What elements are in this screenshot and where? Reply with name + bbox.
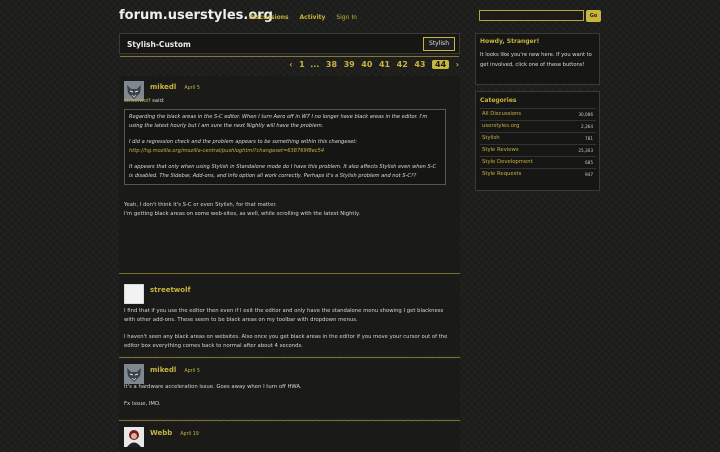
category-item[interactable]: userstyles.org 2,364 — [480, 120, 596, 132]
category-item[interactable]: Style Requests 947 — [480, 168, 596, 180]
pager-page[interactable]: 38 — [326, 60, 337, 69]
pager-page[interactable]: 42 — [397, 60, 408, 69]
pager-current-page: 44 — [432, 60, 450, 69]
comment-date[interactable]: April 5 — [184, 369, 200, 374]
quote-author-link[interactable]: streetwolf — [124, 98, 150, 104]
comment-body: I find that if you use the editor then e… — [124, 307, 454, 351]
comment: streetwolf I find that if you use the ed… — [119, 279, 460, 355]
pager-page[interactable]: 40 — [361, 60, 372, 69]
pagination: ‹ 1 ... 38 39 40 41 42 43 44 › — [285, 60, 459, 69]
avatar[interactable] — [124, 427, 144, 447]
category-count: 781 — [585, 136, 593, 141]
go-button[interactable]: Go — [586, 10, 601, 22]
wolf-avatar-icon — [124, 364, 144, 384]
topic-title: Stylish-Custom — [127, 40, 191, 49]
comment-text: I find that if you use the editor then e… — [124, 308, 444, 323]
avatar[interactable] — [124, 364, 144, 384]
categories-box: Categories All Discussions 30,086 userst… — [475, 91, 600, 191]
blockquote: Regarding the black areas in the S-C edi… — [124, 109, 446, 185]
comment-text: It's a hardware acceleration issue. Goes… — [124, 384, 302, 390]
category-name[interactable]: Stylish — [482, 135, 500, 141]
categories-title: Categories — [480, 97, 517, 104]
category-count: 2,364 — [581, 124, 593, 129]
comment-text: Fx issue, IMO. — [124, 401, 161, 407]
comment: mikedl April 5 It's a hardware accelerati… — [119, 359, 460, 418]
pager-page[interactable]: 41 — [379, 60, 390, 69]
avatar[interactable] — [123, 283, 145, 305]
category-count: 947 — [585, 172, 593, 177]
comment: Webb April 19 — [119, 422, 460, 452]
comment-date[interactable]: April 5 — [184, 86, 200, 91]
category-name[interactable]: All Discussions — [482, 111, 521, 117]
comment-author[interactable]: streetwolf — [150, 286, 191, 294]
comment-divider — [119, 420, 460, 421]
category-name[interactable]: Style Reviews — [482, 147, 519, 153]
nav-sign-in[interactable]: Sign In — [336, 14, 357, 21]
comment-date[interactable]: April 19 — [180, 432, 199, 437]
comment-author[interactable]: mikedl April 5 — [150, 366, 200, 374]
guest-box: Howdy, Stranger! It looks like you're ne… — [475, 33, 600, 85]
main-nav: Discussions Activity Sign In — [249, 14, 366, 21]
pager-prev[interactable]: ‹ — [289, 60, 292, 69]
category-count: 25,303 — [578, 148, 593, 153]
topic-category-tag[interactable]: Stylish — [423, 37, 455, 51]
pager-next[interactable]: › — [456, 60, 459, 69]
topic-header: Stylish-Custom Stylish — [119, 33, 460, 57]
quote-paragraph: I did a regression check and the problem… — [129, 139, 358, 154]
category-item[interactable]: All Discussions 30,086 — [480, 108, 596, 120]
portrait-avatar-icon — [124, 427, 144, 447]
comment-author[interactable]: Webb April 19 — [150, 429, 199, 437]
guest-text: It looks like you're new here. If you wa… — [480, 52, 592, 68]
search-input[interactable] — [479, 10, 584, 21]
category-count: 30,086 — [578, 112, 593, 117]
comment-author[interactable]: mikedl April 5 — [150, 83, 200, 91]
category-name[interactable]: Style Requests — [482, 171, 521, 177]
pager-page-1[interactable]: 1 — [299, 60, 305, 69]
category-count: 685 — [585, 160, 593, 165]
nav-discussions[interactable]: Discussions — [249, 14, 289, 21]
comment-text: Yeah, I don't think it's S-C or even Sty… — [124, 201, 277, 208]
pager-page[interactable]: 43 — [414, 60, 425, 69]
changeset-link[interactable]: http://hg.mozilla.org/mozilla-central/pu… — [129, 148, 324, 154]
comment-body: It's a hardware acceleration issue. Goes… — [124, 383, 454, 409]
category-item[interactable]: Style Development 685 — [480, 156, 596, 168]
quote-paragraph: Regarding the black areas in the S-C edi… — [129, 114, 428, 129]
categories-list: All Discussions 30,086 userstyles.org 2,… — [480, 108, 596, 180]
guest-title: Howdy, Stranger! — [480, 38, 540, 45]
comment-text: I haven't seen any black areas on websit… — [124, 334, 448, 349]
category-item[interactable]: Style Reviews 25,303 — [480, 144, 596, 156]
comment-divider — [119, 273, 460, 274]
blank-avatar-icon — [123, 283, 145, 305]
quote-said-label: said: — [152, 98, 165, 104]
category-name[interactable]: userstyles.org — [482, 123, 519, 129]
pager-ellipsis: ... — [310, 60, 320, 69]
comment-text: I'm getting black areas on some web-site… — [124, 210, 361, 217]
category-item[interactable]: Stylish 781 — [480, 132, 596, 144]
quote-paragraph: It appears that only when using Stylish … — [129, 164, 437, 179]
category-name[interactable]: Style Development — [482, 159, 533, 165]
comment-body: streetwolf said: Regarding the black are… — [124, 97, 454, 219]
comment-divider — [119, 357, 460, 358]
discussion-main: Stylish-Custom Stylish ‹ 1 ... 38 39 40 … — [119, 33, 460, 452]
pager-page[interactable]: 39 — [344, 60, 355, 69]
nav-activity[interactable]: Activity — [300, 14, 326, 21]
